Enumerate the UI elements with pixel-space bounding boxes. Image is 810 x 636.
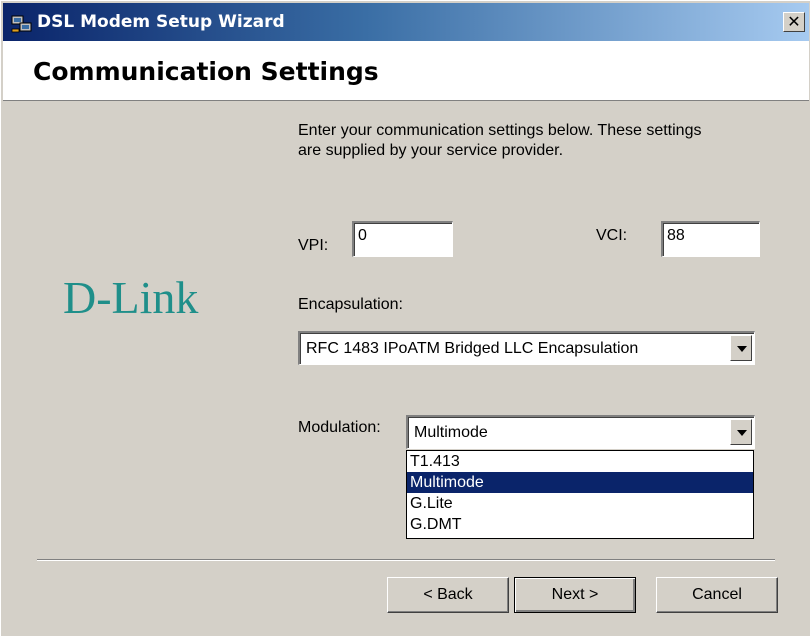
- modulation-value: Multimode: [414, 424, 488, 441]
- vci-label: VCI:: [596, 227, 628, 244]
- wizard-header: Communication Settings: [3, 41, 809, 101]
- encapsulation-select[interactable]: RFC 1483 IPoATM Bridged LLC Encapsulatio…: [298, 331, 755, 365]
- chevron-down-icon[interactable]: [730, 419, 752, 445]
- window-title: DSL Modem Setup Wizard: [37, 12, 285, 32]
- modulation-option[interactable]: G.Lite: [407, 493, 753, 514]
- modulation-dropdown-list: T1.413 Multimode G.Lite G.DMT: [406, 450, 754, 539]
- back-button[interactable]: < Back: [387, 577, 509, 613]
- close-button[interactable]: ✕: [783, 12, 805, 32]
- modulation-option-selected[interactable]: Multimode: [407, 472, 753, 493]
- d-link-logo: D-Link: [63, 272, 199, 323]
- encapsulation-label: Encapsulation:: [298, 296, 403, 313]
- modulation-label: Modulation:: [298, 419, 381, 436]
- vpi-input[interactable]: 0: [352, 221, 453, 257]
- modulation-option[interactable]: T1.413: [407, 451, 753, 472]
- chevron-down-icon[interactable]: [730, 335, 752, 361]
- encapsulation-value: RFC 1483 IPoATM Bridged LLC Encapsulatio…: [306, 340, 639, 357]
- page-title: Communication Settings: [33, 57, 379, 86]
- close-icon: ✕: [787, 12, 801, 31]
- title-bar[interactable]: DSL Modem Setup Wizard ✕: [3, 3, 809, 41]
- separator: [37, 559, 775, 561]
- modulation-select[interactable]: Multimode: [406, 415, 755, 449]
- vpi-label: VPI:: [298, 237, 329, 254]
- wizard-window: DSL Modem Setup Wizard ✕ Communication S…: [0, 0, 810, 636]
- next-button[interactable]: Next >: [514, 577, 636, 613]
- vci-input[interactable]: 88: [661, 221, 760, 257]
- modulation-option[interactable]: G.DMT: [407, 514, 753, 535]
- instructions-text: Enter your communication settings below.…: [298, 122, 702, 159]
- network-computer-icon: [11, 15, 32, 33]
- cancel-button[interactable]: Cancel: [656, 577, 778, 613]
